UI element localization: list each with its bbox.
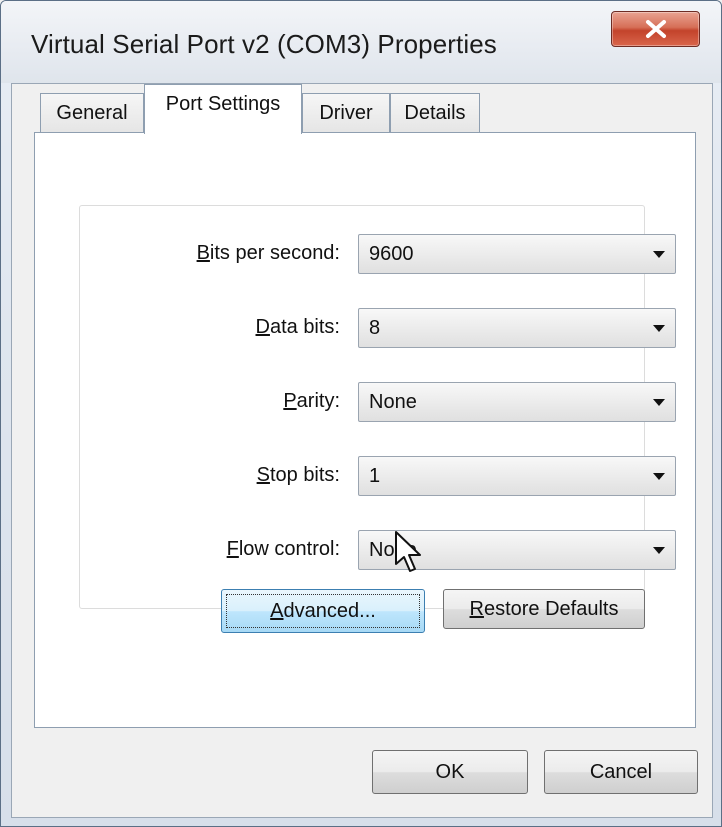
restore-defaults-button[interactable]: Restore Defaults <box>443 589 645 629</box>
close-button[interactable] <box>611 11 700 47</box>
tab-port-settings-label: Port Settings <box>165 93 281 115</box>
settings-group: Bits per second: 9600 Data bits: 8 Parit… <box>79 205 676 609</box>
tab-driver-label: Driver <box>319 102 373 124</box>
tab-general-label: General <box>56 102 128 124</box>
mouse-pointer-icon <box>395 531 421 572</box>
bits-per-second-label: Bits per second: <box>196 242 340 264</box>
chevron-down-icon <box>653 251 665 258</box>
stop-bits-label: Stop bits: <box>256 464 340 486</box>
chevron-down-icon <box>653 473 665 480</box>
port-settings-panel: Bits per second: 9600 Data bits: 8 Parit… <box>34 132 696 728</box>
advanced-button-label: Advanced... <box>270 600 376 622</box>
bits-per-second-value: 9600 <box>369 243 414 265</box>
data-bits-label: Data bits: <box>255 316 341 338</box>
chevron-down-icon <box>653 547 665 554</box>
ok-button-label: OK <box>435 761 465 783</box>
title-bar[interactable]: Virtual Serial Port v2 (COM3) Properties <box>1 1 721 83</box>
parity-select[interactable]: None <box>358 382 676 422</box>
stop-bits-value: 1 <box>369 465 381 487</box>
advanced-button[interactable]: Advanced... <box>221 589 425 633</box>
data-bits-value: 8 <box>369 317 381 339</box>
tab-details-label: Details <box>404 102 466 124</box>
bits-per-second-select[interactable]: 9600 <box>358 234 676 274</box>
cancel-button[interactable]: Cancel <box>544 750 698 794</box>
tab-port-settings[interactable]: Port Settings <box>144 84 302 134</box>
parity-value: None <box>369 391 417 413</box>
properties-dialog: Virtual Serial Port v2 (COM3) Properties… <box>0 0 722 827</box>
chevron-down-icon <box>653 325 665 332</box>
data-bits-select[interactable]: 8 <box>358 308 676 348</box>
cancel-button-label: Cancel <box>589 761 653 783</box>
parity-label: Parity: <box>283 390 340 412</box>
flow-control-label: Flow control: <box>226 538 340 560</box>
tab-details[interactable]: Details <box>390 93 480 133</box>
ok-button[interactable]: OK <box>372 750 528 794</box>
chevron-down-icon <box>653 399 665 406</box>
stop-bits-select[interactable]: 1 <box>358 456 676 496</box>
window-title: Virtual Serial Port v2 (COM3) Properties <box>31 29 497 59</box>
tab-driver[interactable]: Driver <box>302 93 390 133</box>
close-icon <box>646 20 666 38</box>
dialog-client-area: General Port Settings Driver Details Bit… <box>11 83 713 818</box>
restore-defaults-button-label: Restore Defaults <box>469 598 619 620</box>
tab-general[interactable]: General <box>40 93 144 133</box>
